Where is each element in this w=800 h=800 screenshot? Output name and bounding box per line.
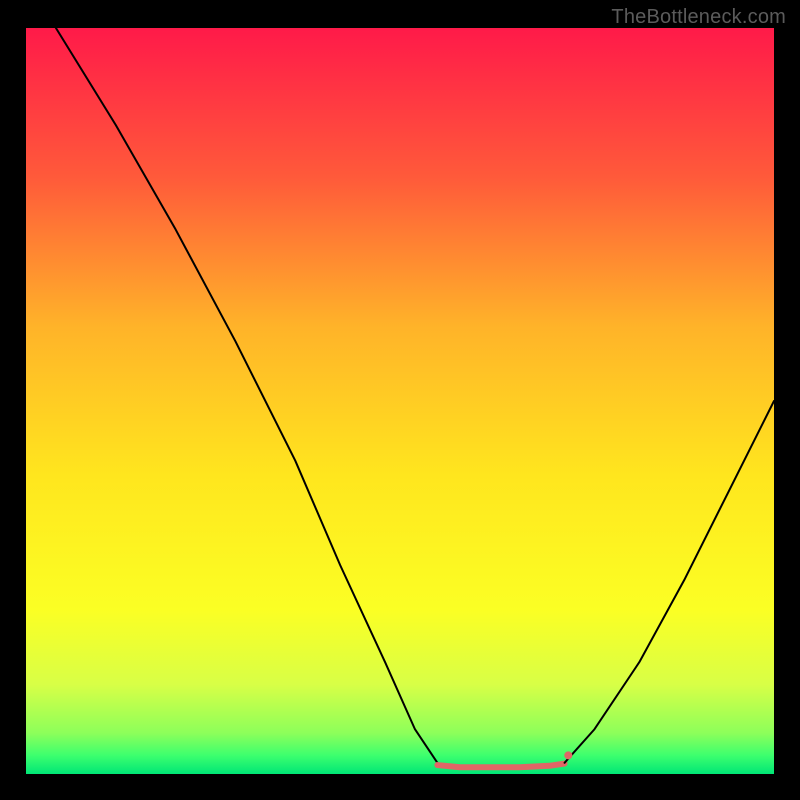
marker-dot — [564, 751, 572, 759]
watermark-text: TheBottleneck.com — [611, 6, 786, 29]
plot-frame — [26, 28, 774, 774]
marker-group — [564, 751, 572, 759]
chart-root: TheBottleneck.com — [0, 0, 800, 800]
chart-svg — [26, 28, 774, 774]
gradient-background — [26, 28, 774, 774]
